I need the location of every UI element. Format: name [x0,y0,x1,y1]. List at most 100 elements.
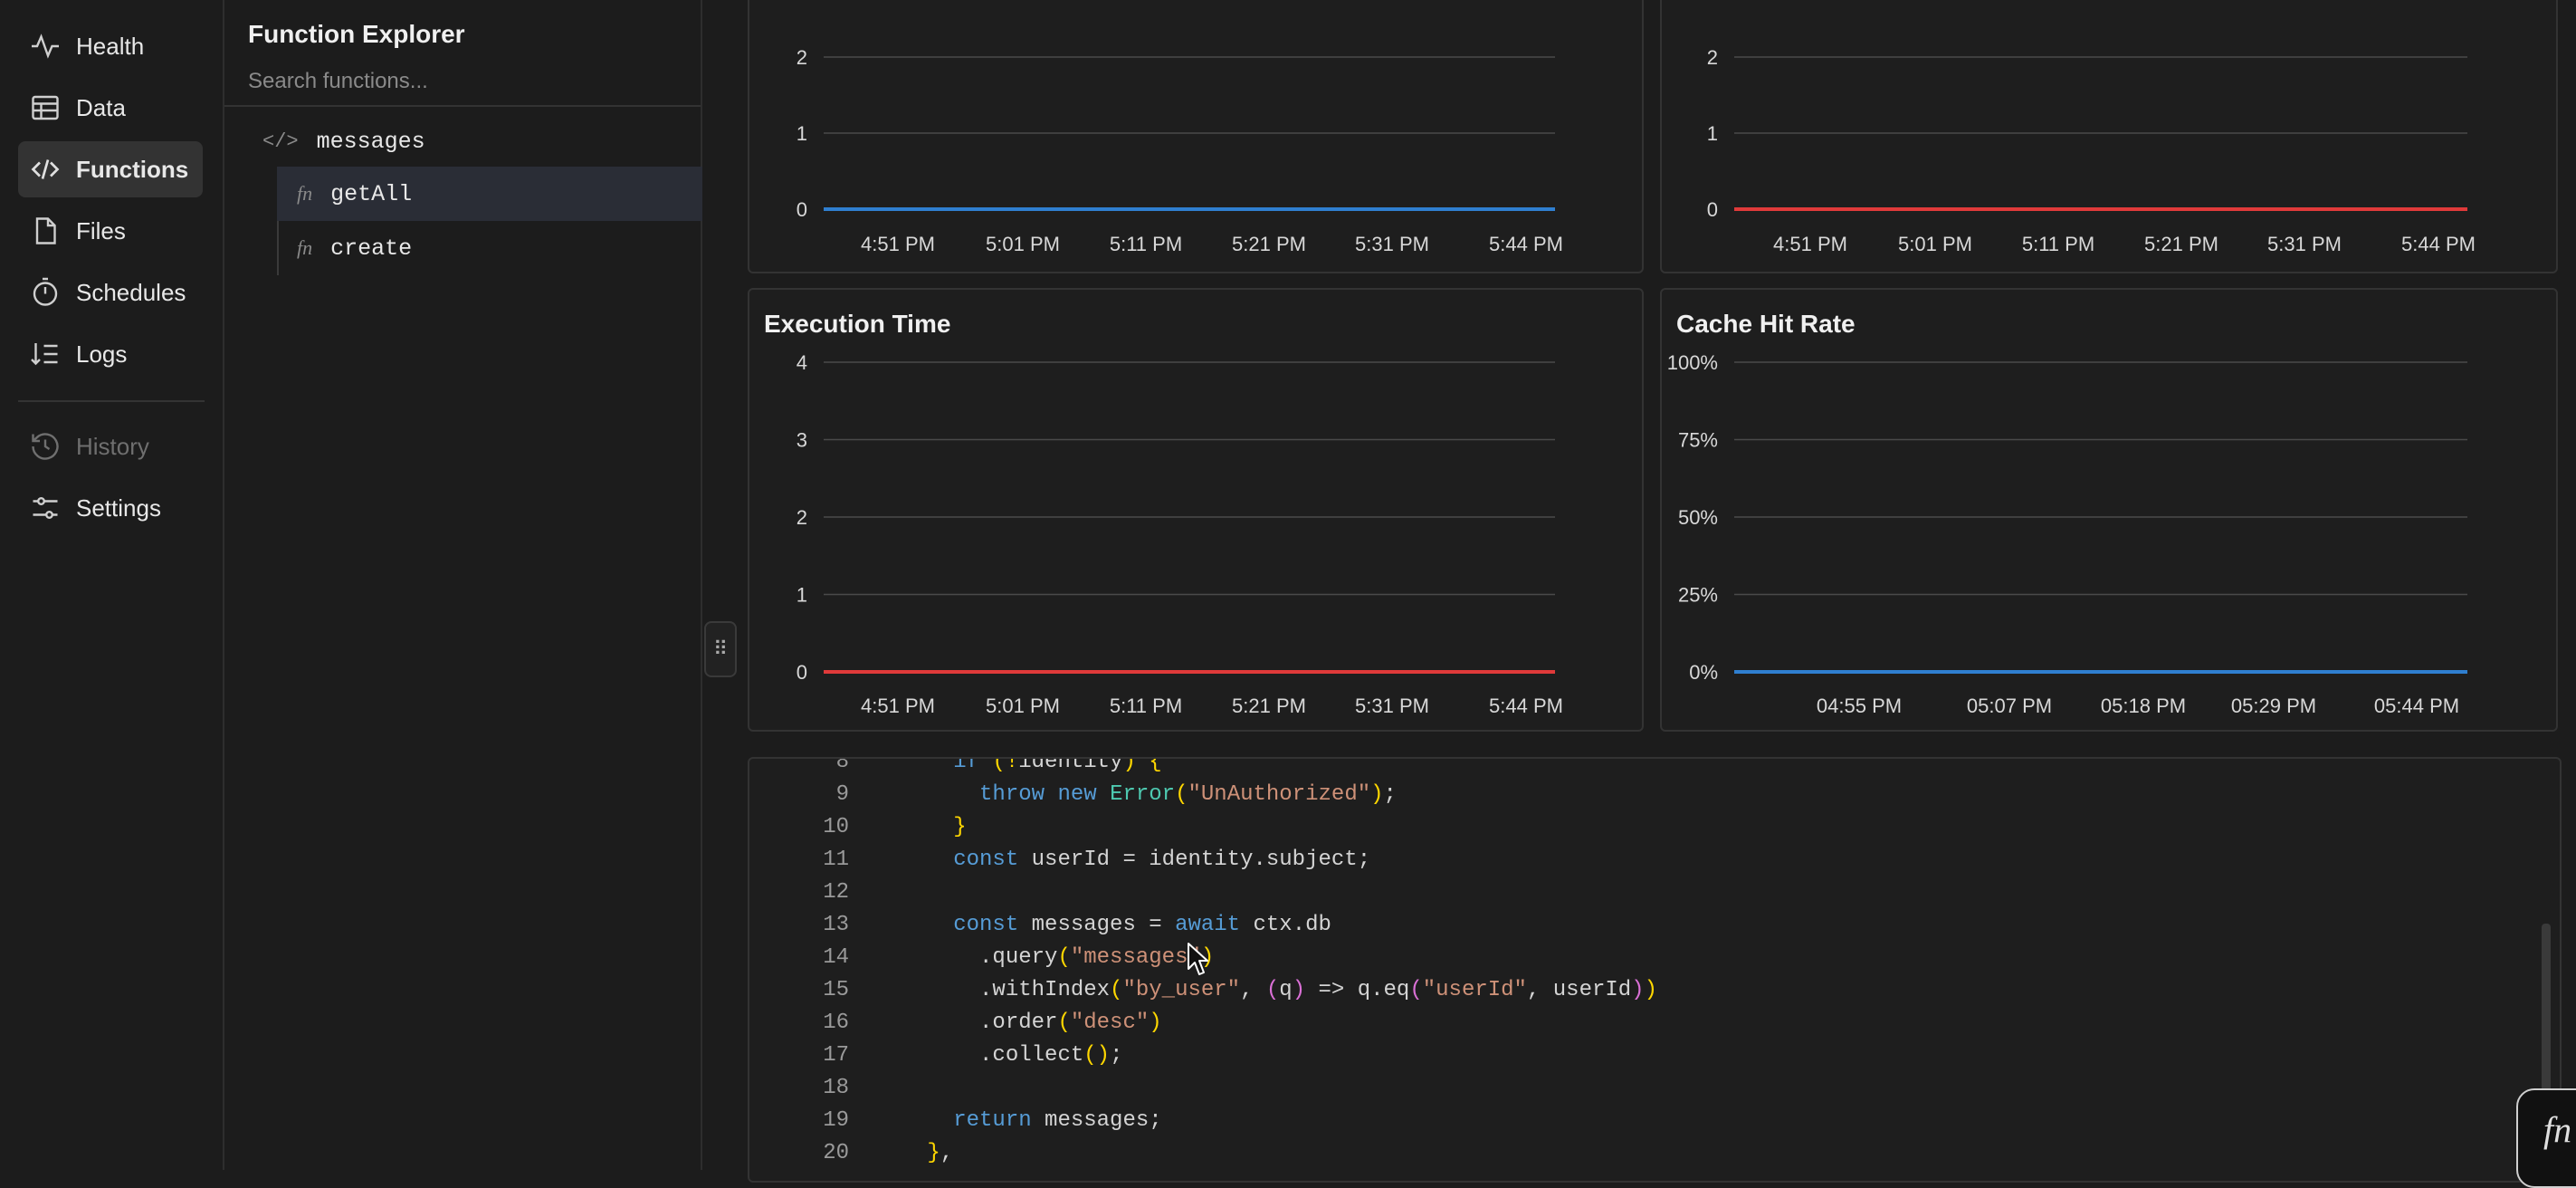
y-tick-label: 100% [1667,351,1718,374]
nav-item-settings[interactable]: Settings [18,480,203,536]
code-token: ( [1265,978,1280,1002]
code-token: } [927,1141,940,1165]
chart-svg: 0 1 2 4:51 PM 5:01 PM 5:11 PM 5:21 PM 5:31 PM 5:… [797,46,1563,255]
resize-handle[interactable]: ⠿ [704,621,737,677]
chart-panel-top-left: 0 1 2 4:51 PM 5:01 PM 5:11 PM 5:21 PM 5:31 PM 5:… [748,0,1644,273]
code-token: ; [1383,782,1397,807]
module-item-messages[interactable]: </> messages [262,121,425,161]
code-token: { [1149,757,1162,774]
code-token: ) [1370,782,1384,807]
y-tick-label: 2 [797,46,807,69]
function-item-create[interactable]: fn create [277,221,702,275]
x-tick-label: 4:51 PM [861,695,935,717]
code-token: q [1279,978,1293,1002]
code-viewer[interactable]: 8 if (!identity) {9 throw new Error("UnA… [748,757,2562,1183]
x-tick-label: 5:31 PM [1355,695,1429,717]
search-input[interactable] [246,63,675,100]
x-tick-label: 5:44 PM [2401,233,2476,255]
code-token: ( [1057,1011,1071,1035]
x-tick-label: 04:55 PM [1817,695,1902,717]
y-tick-label: 0 [797,661,807,684]
code-token: ) [1149,1011,1162,1035]
x-tick-label: 5:31 PM [1355,233,1429,255]
file-icon [35,217,56,244]
code-line: 15 .withIndex("by_user", (q) => q.eq("us… [749,974,1657,1007]
line-number: 11 [823,848,849,872]
line-number: 14 [823,945,849,970]
code-token: ) [1644,978,1657,1002]
x-tick-label: 5:11 PM [1110,695,1182,717]
code-token: (! [992,757,1019,774]
chart-panel-execution-time: Execution Time 0 1 2 3 4 4:51 PM 5:01 PM 5:11 P… [748,288,1644,732]
y-tick-label: 25% [1678,584,1718,607]
nav-item-history[interactable]: History [18,418,203,474]
x-tick-label: 5:21 PM [2144,233,2218,255]
x-tick-label: 05:29 PM [2231,695,2316,717]
code-token: .order [901,1011,1058,1035]
x-tick-label: 05:18 PM [2101,695,2186,717]
code-token: ) [1122,757,1136,774]
line-number: 9 [835,782,849,807]
chart-svg: 0 1 2 4:51 PM 5:01 PM 5:11 PM 5:21 PM 5:31 PM 5:… [1707,46,2476,255]
nav-item-label: Logs [76,340,128,368]
nav-item-files[interactable]: Files [18,203,203,259]
code-token: "UnAuthorized" [1188,782,1371,807]
code-token: => q.eq [1305,978,1410,1002]
code-token: .collect [901,1043,1084,1068]
logs-icon [31,343,58,366]
floating-fn-badge[interactable]: fn [2516,1088,2576,1188]
function-label: create [330,235,413,262]
code-token: messages = [1018,913,1176,937]
code-token: if [953,757,980,774]
code-line: 16 .order("desc") [749,1007,1162,1040]
chart-panel-cache-hit-rate: Cache Hit Rate 0% 25% 50% 75% 100% 04:55 PM 05… [1660,288,2558,732]
code-token: Error [1110,782,1176,807]
y-tick-label: 1 [797,122,807,145]
stopwatch-icon [33,277,58,306]
code-line: 8 if (!identity) { [749,757,1162,779]
function-item-getall[interactable]: fn getAll [277,167,702,221]
sidebar-nav: Health Data Functions Files Schedules Lo… [0,0,224,1170]
fn-icon: fn [297,236,313,259]
line-number: 10 [823,815,849,839]
nav-item-data[interactable]: Data [18,80,203,136]
code-line: 9 throw new Error("UnAuthorized"); [749,779,1397,811]
chart-svg: 0 1 2 3 4 4:51 PM 5:01 PM 5:11 PM 5:21 PM 5:31 PM… [797,351,1563,717]
line-number: 17 [823,1043,849,1068]
code-token: .withIndex [901,978,1111,1002]
x-tick-label: 5:01 PM [986,233,1060,255]
code-token: , [940,1141,954,1165]
code-token: } [953,815,967,839]
code-line: 14 .query("messages") [749,942,1214,974]
pulse-icon [32,34,59,59]
code-token: messages; [1031,1108,1162,1133]
line-number: 8 [835,757,849,774]
nav-item-label: Settings [76,493,161,522]
nav-item-health[interactable]: Health [18,18,203,74]
nav-item-schedules[interactable]: Schedules [18,264,203,321]
nav-item-label: Files [76,216,126,244]
code-line: 12 [749,877,902,909]
x-tick-label: 4:51 PM [1773,233,1847,255]
code-token: "by_user" [1122,978,1241,1002]
nav-item-functions[interactable]: Functions [18,141,203,197]
x-tick-label: 5:44 PM [1489,233,1563,255]
line-number: 20 [823,1141,849,1165]
nav-item-label: Schedules [76,278,186,306]
nav-item-logs[interactable]: Logs [18,326,203,382]
code-token: , [1240,978,1266,1002]
y-tick-label: 2 [797,506,807,529]
code-token: throw new [979,782,1097,807]
code-token: "messages" [1070,945,1201,970]
y-tick-label: 2 [1707,46,1718,69]
code-line: 13 const messages = await ctx.db [749,909,1331,942]
code-token: , userId [1526,978,1632,1002]
code-token: ( [1057,945,1071,970]
code-token: ) [1631,978,1645,1002]
x-tick-label: 5:01 PM [1898,233,1972,255]
